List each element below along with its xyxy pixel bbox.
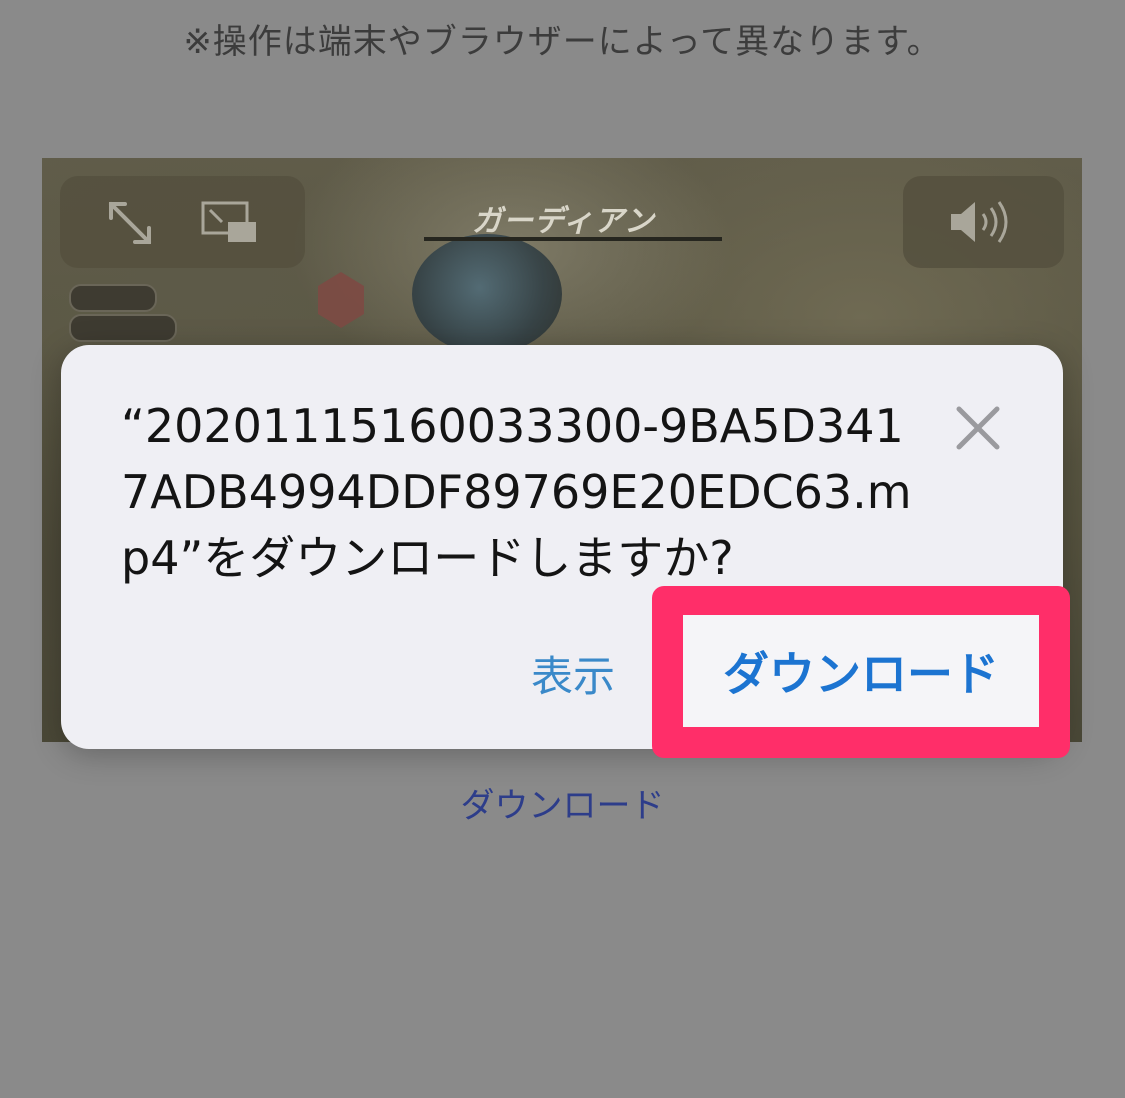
speaker-volume-icon[interactable]	[947, 198, 1017, 246]
video-scene-marker	[318, 272, 364, 328]
page: ※操作は端末やブラウザーによって異なります。 ガーディアン “202011151…	[0, 0, 1125, 1098]
show-button[interactable]: 表示	[531, 643, 615, 704]
close-x-icon[interactable]	[951, 401, 1005, 455]
hud-item-2	[69, 314, 177, 342]
hud-item-1	[69, 284, 157, 312]
dialog-message: “20201115160033300-9BA5D3417ADB4994DDF89…	[121, 399, 912, 585]
notice-text: ※操作は端末やブラウザーによって異なります。	[183, 22, 942, 62]
expand-arrows-icon[interactable]	[105, 198, 155, 248]
video-controls-left	[60, 176, 305, 268]
picture-in-picture-icon[interactable]	[200, 200, 258, 246]
video-enemy-name: ガーディアン	[472, 204, 655, 239]
download-link[interactable]: ダウンロード	[0, 778, 1125, 827]
video-scene-object	[412, 234, 562, 354]
video-controls-right	[903, 176, 1064, 268]
video-health-bar	[424, 237, 722, 241]
download-button[interactable]: ダウンロード	[683, 615, 1039, 727]
